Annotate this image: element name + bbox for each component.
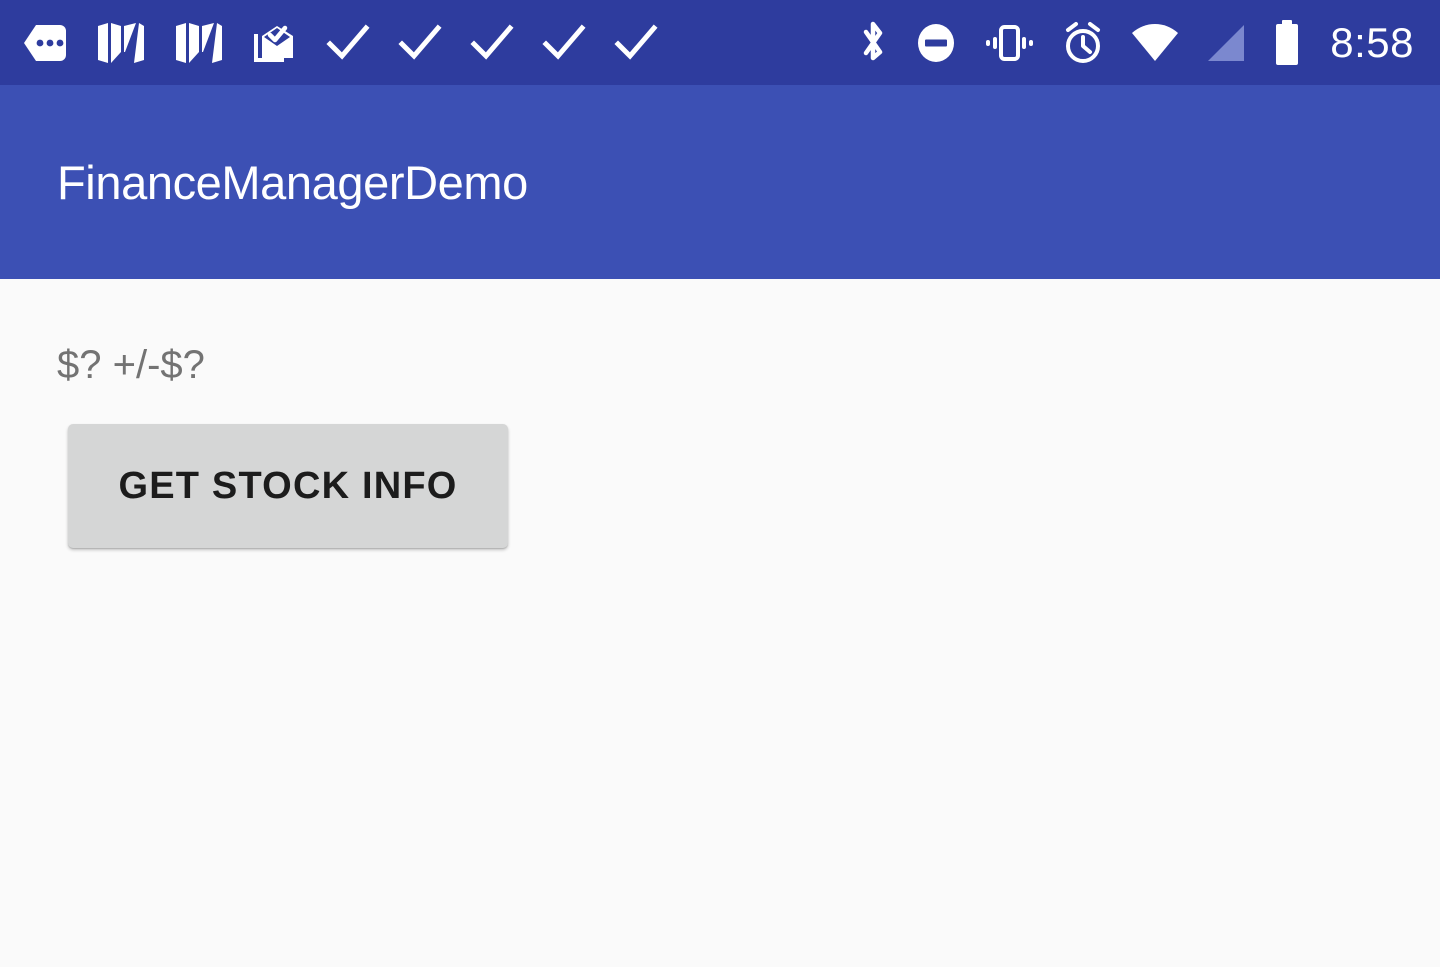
status-bar-clock: 8:58 <box>1330 18 1414 66</box>
check-icon-1 <box>326 23 370 63</box>
mail-open-check-icon <box>252 22 298 64</box>
do-not-disturb-icon <box>914 20 958 66</box>
status-bar-system-icons: 8:58 <box>844 19 1414 67</box>
check-icon-3 <box>470 23 514 63</box>
android-screen: 8:58 FinanceManagerDemo $? +/-$? GET STO… <box>0 0 1440 967</box>
wifi-icon <box>1130 21 1180 65</box>
app-title: FinanceManagerDemo <box>57 155 528 209</box>
check-icon-2 <box>398 23 442 63</box>
main-content <box>0 279 1440 967</box>
alarm-icon <box>1060 20 1106 66</box>
check-icon-4 <box>542 23 586 63</box>
battery-icon <box>1272 19 1302 67</box>
cellular-signal-icon <box>1204 21 1248 65</box>
check-icon-5 <box>614 23 658 63</box>
bluetooth-icon <box>856 20 890 66</box>
status-bar-notification-icons <box>22 22 844 64</box>
messages-icon <box>22 23 68 63</box>
gmail-icon <box>96 22 146 64</box>
stock-price-label: $? +/-$? <box>57 343 205 387</box>
vibrate-icon <box>982 20 1036 66</box>
gmail-icon-2 <box>174 22 224 64</box>
get-stock-info-button[interactable]: GET STOCK INFO <box>68 424 508 548</box>
status-bar[interactable]: 8:58 <box>0 0 1440 85</box>
app-bar: FinanceManagerDemo <box>0 85 1440 279</box>
